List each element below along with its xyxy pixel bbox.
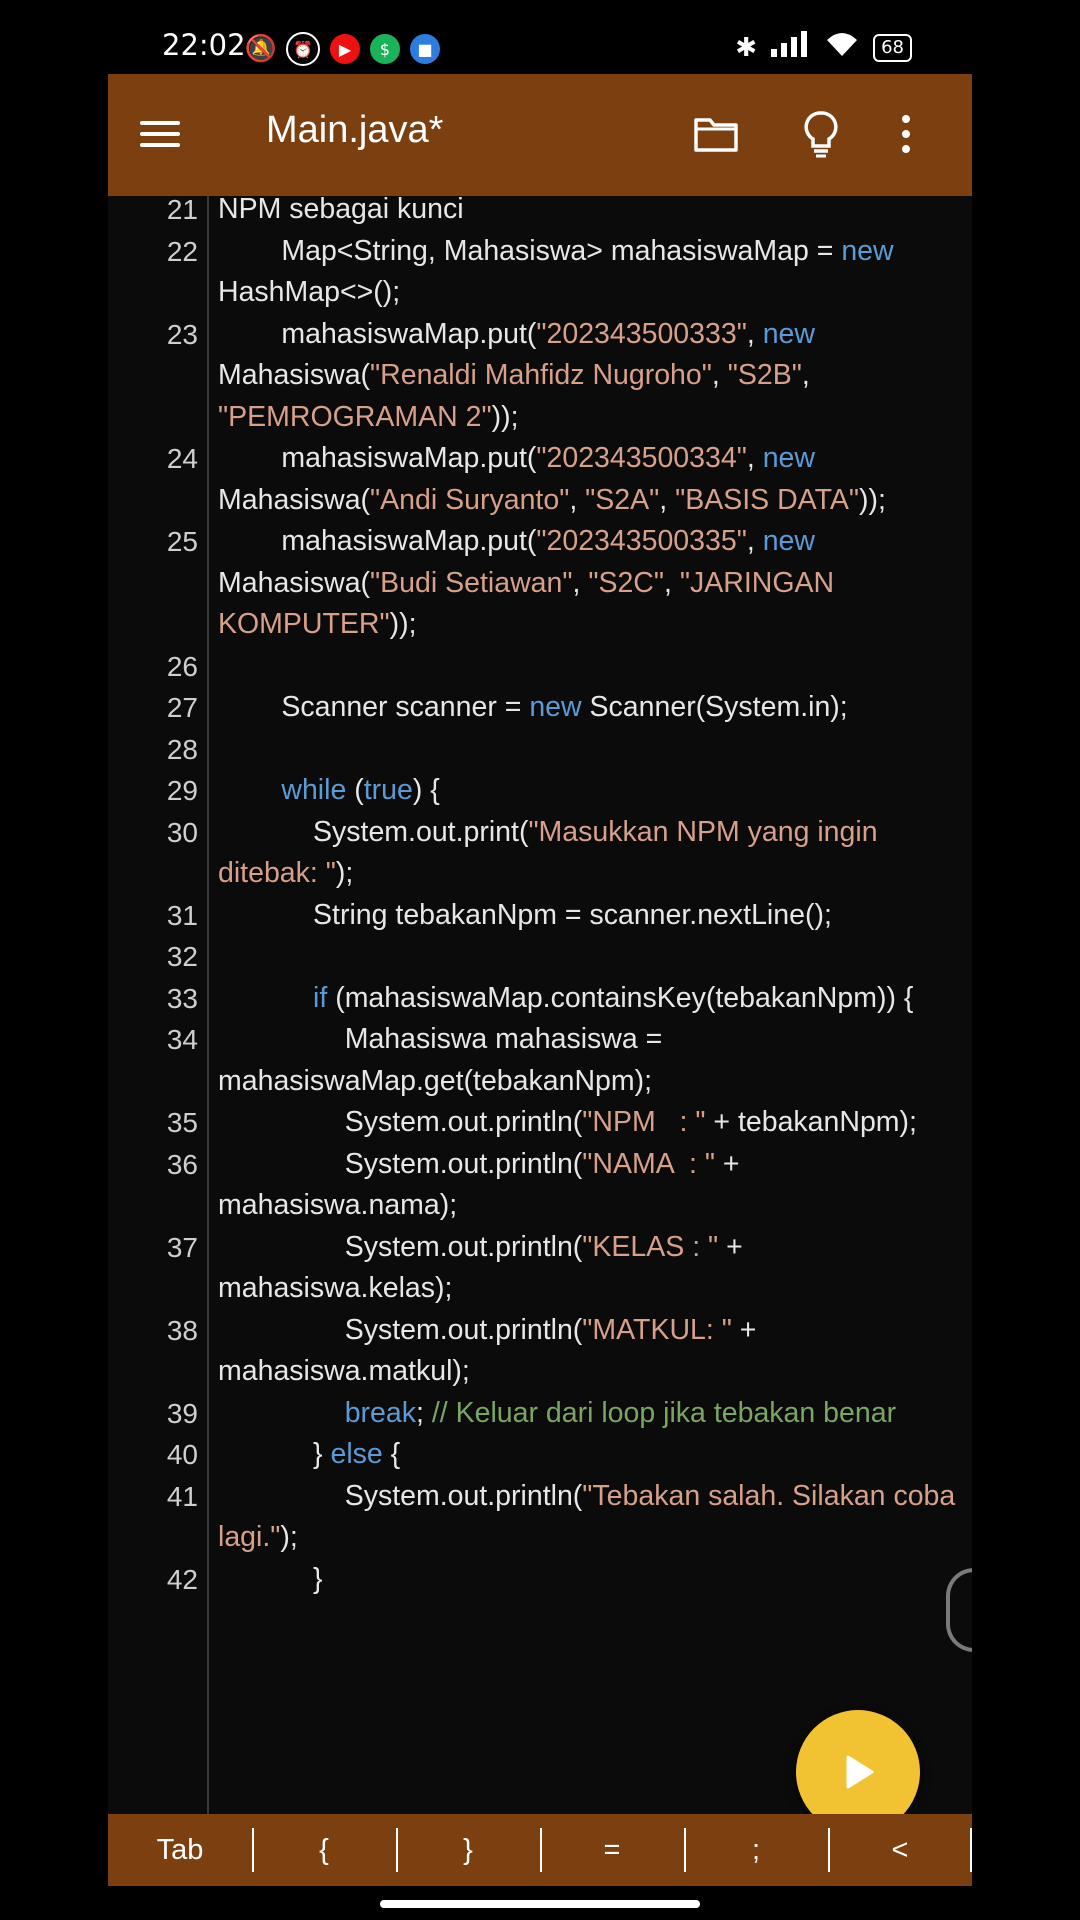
- key-tab[interactable]: Tab: [108, 1834, 252, 1867]
- code-text: if (mahasiswaMap.containsKey(tebakanNpm)…: [313, 981, 914, 1014]
- symbol-key-bar: Tab { } = ; <: [108, 1814, 972, 1886]
- line-number: 36: [166, 1148, 198, 1180]
- file-title: Main.java*: [266, 109, 444, 151]
- code-line[interactable]: 23 mahasiswaMap.put("202343500333", new …: [108, 314, 972, 439]
- line-number: 40: [166, 1439, 198, 1470]
- line-number: 21: [166, 196, 198, 225]
- code-line[interactable]: 28: [108, 729, 972, 771]
- key-close-brace[interactable]: }: [396, 1827, 540, 1872]
- code-line[interactable]: 24 mahasiswaMap.put("202343500334", new …: [108, 438, 972, 521]
- app-blue-icon: ■: [410, 34, 440, 64]
- code-line[interactable]: 39 break; // Keluar dari loop jika tebak…: [108, 1393, 972, 1435]
- code-text: mahasiswaMap.put("202343500334", new Mah…: [218, 442, 886, 516]
- line-number: 23: [166, 318, 198, 350]
- code-text: String tebakanNpm = scanner.nextLine();: [313, 898, 832, 931]
- bluetooth-icon: ✱: [735, 32, 758, 63]
- battery-icon: 68: [873, 33, 912, 62]
- key-separator: [970, 1828, 972, 1872]
- youtube-icon: ▶: [330, 34, 360, 64]
- code-line[interactable]: 34 Mahasiswa mahasiswa = mahasiswaMap.ge…: [108, 1019, 972, 1102]
- code-line[interactable]: 22 Map<String, Mahasiswa> mahasiswaMap =…: [108, 231, 972, 314]
- code-text: mahasiswaMap.put("202343500335", new Mah…: [218, 525, 842, 640]
- play-icon: [846, 1755, 874, 1789]
- code-line[interactable]: 36 System.out.println("NAMA : " + mahasi…: [108, 1144, 972, 1227]
- code-lines: 21 NPM sebagai kunci 22 Map<String, Mahasi…: [108, 196, 972, 1600]
- status-bar: 22:02 🔕 ⏰ ▶ $ ■ ✱ 68: [0, 0, 1080, 72]
- code-text: mahasiswaMap.put("202343500333", new Mah…: [218, 317, 823, 433]
- code-text: Mahasiswa mahasiswa = mahasiswaMap.get(t…: [218, 1023, 671, 1097]
- code-text: System.out.print("Masukkan NPM yang ingi…: [218, 815, 886, 890]
- system-icons: ✱ 68: [735, 30, 912, 65]
- code-text: Map<String, Mahasiswa> mahasiswaMap = ne…: [218, 234, 902, 309]
- line-number: 41: [166, 1480, 198, 1512]
- line-number: 24: [166, 443, 198, 474]
- line-number: 38: [166, 1314, 198, 1346]
- code-line[interactable]: 30 System.out.print("Masukkan NPM yang i…: [108, 812, 972, 895]
- status-time: 22:02: [162, 28, 246, 62]
- code-line[interactable]: 42 }: [108, 1559, 972, 1601]
- app-green-icon: $: [370, 34, 400, 64]
- line-number: 27: [166, 692, 198, 723]
- code-line[interactable]: 27 Scanner scanner = new Scanner(System.…: [108, 687, 972, 729]
- menu-icon[interactable]: [130, 104, 190, 164]
- folder-icon[interactable]: [686, 104, 746, 164]
- code-line[interactable]: 35 System.out.println("NPM : " + tebakan…: [108, 1102, 972, 1144]
- code-text: System.out.println("MATKUL: " + mahasisw…: [218, 1313, 765, 1388]
- home-indicator[interactable]: [380, 1900, 700, 1908]
- line-number: 35: [166, 1107, 198, 1138]
- code-text: System.out.println("NPM : " + tebakanNpm…: [218, 1106, 917, 1138]
- code-text: System.out.println("NAMA : " + mahasiswa…: [218, 1147, 748, 1222]
- code-text: while (true) {: [281, 774, 440, 806]
- key-less-than[interactable]: <: [828, 1827, 972, 1872]
- code-line[interactable]: 26: [108, 646, 972, 688]
- wifi-icon: [825, 30, 859, 65]
- line-number: 32: [166, 941, 198, 972]
- code-line[interactable]: 41 System.out.println("Tebakan salah. Si…: [108, 1476, 972, 1559]
- code-text: Scanner scanner = new Scanner(System.in)…: [218, 691, 848, 723]
- code-text: NPM sebagai kunci: [218, 196, 464, 225]
- code-text: } else {: [218, 1438, 401, 1470]
- line-number: 28: [166, 733, 198, 765]
- line-number: 39: [166, 1397, 198, 1429]
- code-text: }: [218, 1562, 323, 1595]
- lightbulb-icon[interactable]: [791, 104, 851, 164]
- line-number: 37: [166, 1231, 198, 1263]
- code-text: System.out.println("KELAS : " + mahasisw…: [218, 1230, 751, 1305]
- notification-icons: 🔕 ⏰ ▶ $ ■: [244, 32, 440, 66]
- code-line[interactable]: 37 System.out.println("KELAS : " + mahas…: [108, 1227, 972, 1310]
- signal-icon: [771, 31, 811, 64]
- more-vert-icon[interactable]: [891, 104, 921, 164]
- key-semicolon[interactable]: ;: [684, 1827, 828, 1872]
- editor-app: Main.java* 21 NPM sebagai kunci 22 Map<Str…: [108, 74, 972, 1886]
- line-number: 33: [166, 982, 198, 1014]
- line-number: 42: [166, 1563, 198, 1595]
- code-line[interactable]: 40 } else {: [108, 1434, 972, 1476]
- code-line[interactable]: 33 if (mahasiswaMap.containsKey(tebakanN…: [108, 978, 972, 1020]
- line-number: 31: [166, 899, 198, 931]
- line-number: 22: [166, 235, 198, 267]
- line-number: 25: [166, 526, 198, 557]
- line-number: 29: [166, 775, 198, 806]
- do-not-disturb-icon: 🔕: [244, 34, 278, 64]
- code-text: break; // Keluar dari loop jika tebakan …: [344, 1396, 897, 1429]
- code-line[interactable]: 38 System.out.println("MATKUL: " + mahas…: [108, 1310, 972, 1393]
- line-number: 34: [166, 1024, 198, 1055]
- code-text: System.out.println("Tebakan salah. Silak…: [218, 1479, 964, 1554]
- code-line[interactable]: 21 NPM sebagai kunci: [108, 196, 972, 231]
- key-equals[interactable]: =: [540, 1827, 684, 1872]
- side-drawer-handle[interactable]: [946, 1568, 972, 1652]
- code-line[interactable]: 31 String tebakanNpm = scanner.nextLine(…: [108, 895, 972, 937]
- line-number: 26: [166, 650, 198, 682]
- alarm-icon: ⏰: [286, 32, 320, 66]
- code-line[interactable]: 25 mahasiswaMap.put("202343500335", new …: [108, 521, 972, 646]
- line-number: 30: [166, 816, 198, 848]
- code-editor[interactable]: 21 NPM sebagai kunci 22 Map<String, Mahasi…: [108, 196, 972, 1886]
- app-toolbar: Main.java*: [108, 74, 972, 196]
- key-open-brace[interactable]: {: [252, 1827, 396, 1872]
- code-line[interactable]: 29 while (true) {: [108, 770, 972, 812]
- code-line[interactable]: 32: [108, 936, 972, 978]
